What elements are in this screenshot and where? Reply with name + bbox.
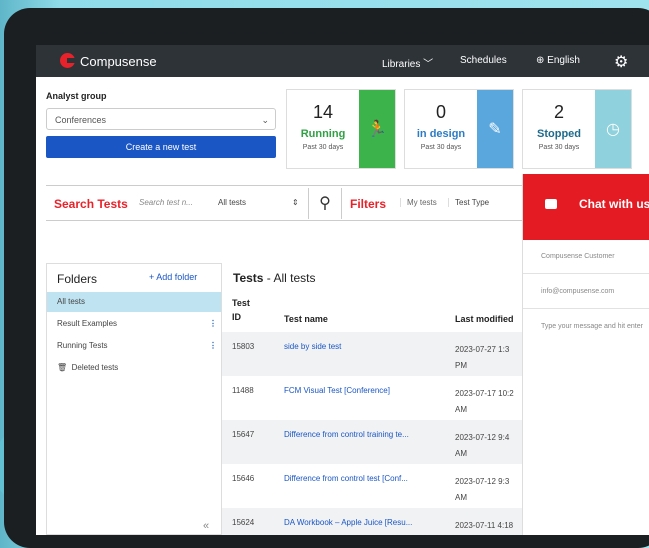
last-modified: 2023-07-17 10:2 AM bbox=[455, 389, 514, 414]
test-name-link[interactable]: FCM Visual Test [Conference] bbox=[284, 386, 390, 395]
scope-select[interactable]: All tests bbox=[218, 198, 246, 207]
search-tests-title: Search Tests bbox=[54, 197, 128, 211]
test-id: 11488 bbox=[232, 386, 254, 395]
stopped-count: 2 bbox=[553, 102, 564, 122]
filters-title: Filters bbox=[350, 197, 387, 211]
analyst-group-label: Analyst group bbox=[46, 91, 107, 101]
select-arrows-icon: ⇕ bbox=[292, 198, 299, 207]
tests-title: Tests - All tests bbox=[233, 271, 316, 285]
table-row[interactable]: 15646 Difference from control test [Conf… bbox=[222, 464, 522, 508]
collapse-icon[interactable]: « bbox=[203, 520, 209, 532]
tablet-frame: Compusense Libraries ﹀ Schedules ⊕ Engli… bbox=[4, 8, 649, 548]
globe-icon: ⊕ bbox=[536, 55, 545, 66]
last-modified: 2023-07-11 4:18 bbox=[455, 521, 514, 530]
test-name-link[interactable]: Difference from control training te... bbox=[284, 430, 409, 439]
trash-icon: 🗑 bbox=[57, 363, 68, 372]
test-id: 15647 bbox=[232, 430, 255, 439]
test-name-link[interactable]: side by side test bbox=[284, 342, 341, 351]
table-row[interactable]: 15647 Difference from control training t… bbox=[222, 420, 522, 464]
nav-libraries[interactable]: Libraries ﹀ bbox=[382, 55, 433, 70]
running-label: Running bbox=[300, 128, 346, 140]
chevron-down-icon: ⌄ bbox=[261, 115, 269, 125]
runner-icon: 🏃 bbox=[359, 90, 395, 168]
compusense-logo-icon bbox=[60, 53, 76, 68]
in-design-label: in design bbox=[416, 128, 466, 140]
create-test-button[interactable]: Create a new test bbox=[46, 136, 276, 158]
nav-schedules[interactable]: Schedules bbox=[460, 55, 507, 66]
folders-panel: Folders + Add folder All tests Result Ex… bbox=[46, 263, 222, 535]
more-options-icon[interactable]: ⋮ bbox=[209, 336, 217, 356]
search-icon[interactable]: ⚲ bbox=[308, 188, 342, 219]
header-last-modified[interactable]: Last modified bbox=[455, 314, 514, 324]
chevron-down-icon: ﹀ bbox=[423, 59, 434, 70]
chat-email-field[interactable]: info@compusense.com bbox=[523, 275, 649, 309]
test-id: 15646 bbox=[232, 474, 255, 483]
stopped-label: Stopped bbox=[537, 128, 581, 140]
table-row[interactable]: 11488 FCM Visual Test [Conference] 2023-… bbox=[222, 376, 522, 420]
test-type-filter[interactable]: Test Type bbox=[448, 198, 489, 207]
stopped-card[interactable]: 2 Stopped Past 30 days ◷ bbox=[522, 89, 632, 169]
folder-item-result-examples[interactable]: Result Examples ⋮ bbox=[47, 314, 221, 334]
in-design-count: 0 bbox=[435, 102, 446, 122]
test-id: 15624 bbox=[232, 518, 255, 527]
test-id: 15803 bbox=[232, 342, 255, 351]
folder-item-all-tests[interactable]: All tests bbox=[47, 292, 221, 312]
table-row[interactable]: 15624 DA Workbook – Apple Juice [Resu...… bbox=[222, 508, 522, 535]
header-test-id[interactable]: Test ID bbox=[232, 298, 250, 322]
last-modified: 2023-07-12 9:3 AM bbox=[455, 477, 510, 502]
last-modified: 2023-07-12 9:4 AM bbox=[455, 433, 510, 458]
gear-icon[interactable]: ⚙ bbox=[614, 52, 628, 72]
brand-name[interactable]: Compusense bbox=[80, 54, 157, 69]
nav-language[interactable]: ⊕ English bbox=[536, 55, 580, 66]
chat-name-field[interactable]: Compusense Customer bbox=[523, 240, 649, 274]
chat-header[interactable]: Chat with us bbox=[523, 174, 649, 240]
top-nav: Compusense Libraries ﹀ Schedules ⊕ Engli… bbox=[36, 45, 649, 77]
clock-icon: ◷ bbox=[595, 90, 631, 168]
running-count: 14 bbox=[312, 102, 334, 122]
chat-bubble-icon bbox=[545, 199, 557, 209]
table-row[interactable]: 15803 side by side test 2023-07-27 1:3 PM bbox=[222, 332, 522, 376]
test-name-link[interactable]: Difference from control test [Conf... bbox=[284, 474, 408, 483]
running-card[interactable]: 14 Running Past 30 days 🏃 bbox=[286, 89, 396, 169]
chat-title: Chat with us bbox=[579, 197, 649, 211]
header-test-name[interactable]: Test name bbox=[284, 314, 328, 324]
analyst-group-select[interactable]: Conferences ⌄ bbox=[46, 108, 276, 130]
last-modified: 2023-07-27 1:3 PM bbox=[455, 345, 510, 370]
in-design-card[interactable]: 0 in design Past 30 days ✎ bbox=[404, 89, 514, 169]
pencil-icon: ✎ bbox=[477, 90, 513, 168]
stopped-sub: Past 30 days bbox=[538, 144, 580, 151]
more-options-icon[interactable]: ⋮ bbox=[209, 314, 217, 334]
chat-panel: Chat with us Compusense Customer info@co… bbox=[522, 174, 649, 535]
folders-title: Folders bbox=[57, 272, 98, 286]
search-input[interactable]: Search test n... bbox=[139, 198, 193, 207]
test-name-link[interactable]: DA Workbook – Apple Juice [Resu... bbox=[284, 518, 412, 527]
folder-item-deleted-tests[interactable]: 🗑 Deleted tests bbox=[47, 358, 221, 378]
folder-item-running-tests[interactable]: Running Tests ⋮ bbox=[47, 336, 221, 356]
app-screen: Compusense Libraries ﹀ Schedules ⊕ Engli… bbox=[36, 45, 649, 535]
running-sub: Past 30 days bbox=[302, 144, 344, 151]
add-folder-button[interactable]: + Add folder bbox=[149, 272, 197, 282]
in-design-sub: Past 30 days bbox=[420, 144, 462, 151]
chat-message-field[interactable]: Type your message and hit enter bbox=[523, 310, 649, 344]
my-tests-filter[interactable]: My tests bbox=[400, 198, 437, 207]
